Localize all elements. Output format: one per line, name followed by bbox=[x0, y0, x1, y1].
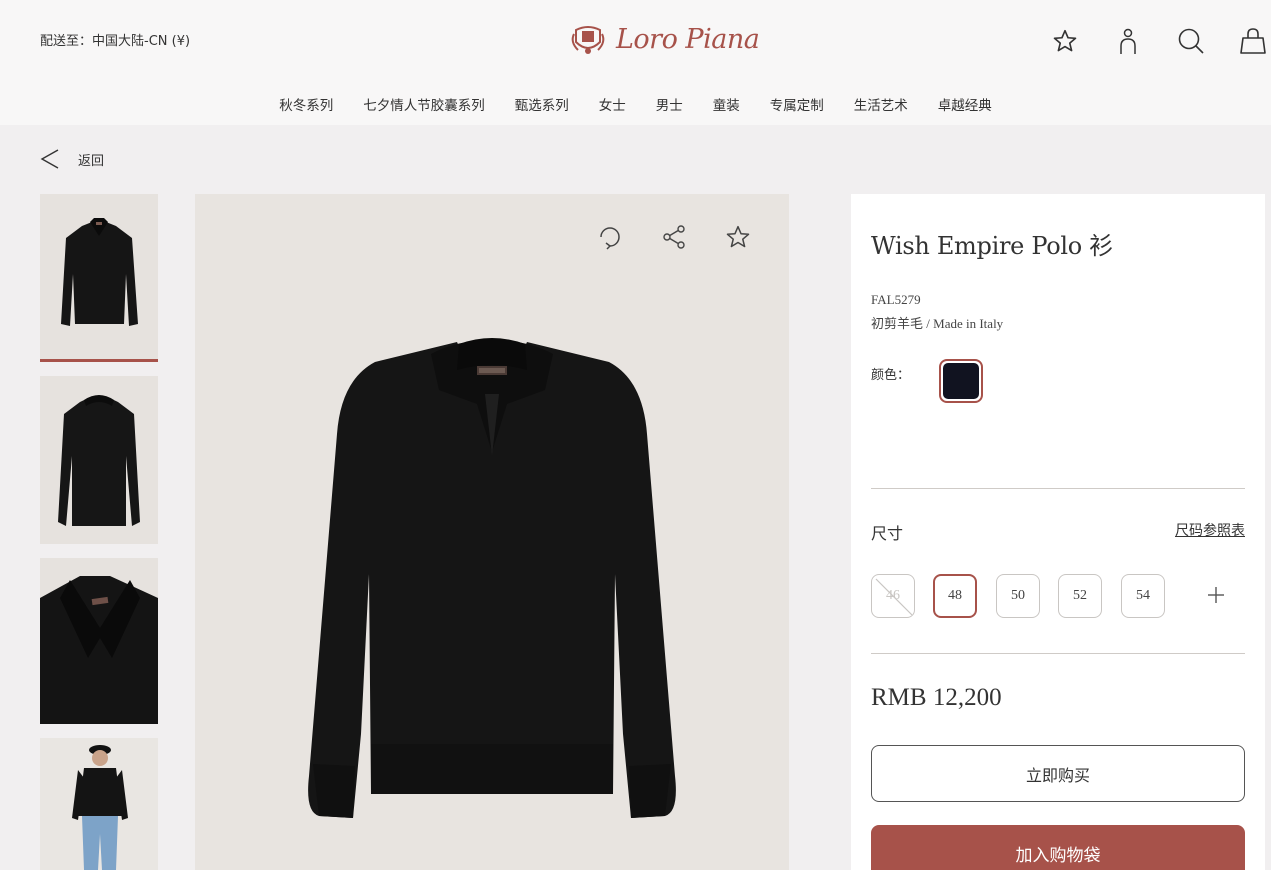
search-icon[interactable] bbox=[1176, 26, 1206, 56]
thumbnail-front[interactable] bbox=[40, 194, 158, 362]
thumbnail-model[interactable] bbox=[40, 738, 158, 870]
crest-icon bbox=[571, 26, 605, 54]
material-name: 初剪羊毛 bbox=[871, 317, 924, 332]
collar-detail-image bbox=[40, 558, 158, 724]
size-value: 54 bbox=[1136, 588, 1150, 603]
shipping-destination[interactable]: 配送至：中国大陆-CN (¥) bbox=[40, 30, 190, 49]
site-header: 配送至：中国大陆-CN (¥) Loro Piana 秋冬系列 七夕情人节胶囊系… bbox=[0, 0, 1271, 125]
size-label: 尺寸 bbox=[871, 524, 904, 543]
size-option-54[interactable]: 54 bbox=[1121, 574, 1165, 618]
size-option-50[interactable]: 50 bbox=[996, 574, 1040, 618]
nav-item-kids[interactable]: 童装 bbox=[698, 94, 755, 114]
unavailable-slash-icon bbox=[875, 578, 913, 616]
nav-item-men[interactable]: 男士 bbox=[641, 94, 698, 114]
divider bbox=[871, 653, 1245, 654]
size-option-48[interactable]: 48 bbox=[933, 574, 977, 618]
buy-now-button[interactable]: 立即购买 bbox=[871, 745, 1245, 802]
nav-item-women[interactable]: 女士 bbox=[584, 94, 641, 114]
nav-item-living[interactable]: 生活艺术 bbox=[839, 94, 923, 114]
more-sizes-plus-icon[interactable] bbox=[1203, 582, 1229, 608]
brand-name: Loro Piana bbox=[616, 23, 760, 55]
size-option-46[interactable]: 46 bbox=[871, 574, 915, 618]
nav-item-selection[interactable]: 甄选系列 bbox=[500, 94, 584, 114]
main-product-image[interactable] bbox=[195, 194, 789, 870]
wishlist-star-icon[interactable] bbox=[1050, 26, 1080, 56]
size-value: 48 bbox=[948, 588, 962, 603]
made-in-label: Made in Italy bbox=[933, 316, 1004, 331]
add-to-bag-button[interactable]: 加入购物袋 bbox=[871, 825, 1245, 870]
product-title: Wish Empire Polo 衫 bbox=[871, 232, 1113, 260]
size-option-52[interactable]: 52 bbox=[1058, 574, 1102, 618]
product-info-panel: Wish Empire Polo 衫 FAL5279 初剪羊毛 / Made i… bbox=[851, 194, 1265, 870]
divider bbox=[871, 488, 1245, 489]
user-icon[interactable] bbox=[1113, 26, 1143, 56]
product-code: FAL5279 bbox=[871, 292, 921, 307]
sweater-main-image bbox=[195, 194, 789, 870]
nav-item-bespoke[interactable]: 专属定制 bbox=[755, 94, 839, 114]
thumbnail-collar-detail[interactable] bbox=[40, 558, 158, 724]
model-image bbox=[40, 738, 158, 870]
image-actions bbox=[595, 222, 753, 252]
thumbnail-back[interactable] bbox=[40, 376, 158, 544]
product-price: RMB 12,200 bbox=[871, 684, 1002, 711]
size-value: 52 bbox=[1073, 588, 1087, 603]
nav-item-qixi-capsule[interactable]: 七夕情人节胶囊系列 bbox=[348, 94, 500, 114]
size-value: 50 bbox=[1011, 588, 1025, 603]
color-swatch-navy[interactable] bbox=[939, 359, 983, 403]
header-actions bbox=[1050, 26, 1271, 58]
color-label: 颜色： bbox=[871, 368, 911, 383]
brand-logo[interactable]: Loro Piana bbox=[568, 20, 760, 58]
color-swatch-fill bbox=[943, 363, 979, 399]
size-guide-link[interactable]: 尺码参照表 bbox=[1175, 520, 1245, 540]
material-separator: / bbox=[923, 316, 934, 331]
nav-item-fall-winter[interactable]: 秋冬系列 bbox=[264, 94, 348, 114]
back-label: 返回 bbox=[78, 153, 105, 169]
main-navigation: 秋冬系列 七夕情人节胶囊系列 甄选系列 女士 男士 童装 专属定制 生活艺术 卓… bbox=[0, 94, 1271, 114]
back-link[interactable]: 返回 bbox=[40, 148, 104, 170]
sweater-back-image bbox=[40, 376, 158, 544]
product-material: 初剪羊毛 / Made in Italy bbox=[871, 313, 1003, 332]
rotate-360-icon[interactable] bbox=[595, 222, 625, 252]
sweater-front-image bbox=[40, 194, 158, 362]
favorite-star-icon[interactable] bbox=[723, 222, 753, 252]
share-icon[interactable] bbox=[659, 222, 689, 252]
nav-item-excellence[interactable]: 卓越经典 bbox=[923, 94, 1007, 114]
shopping-bag-icon[interactable] bbox=[1238, 26, 1268, 56]
chevron-left-icon bbox=[40, 149, 59, 169]
